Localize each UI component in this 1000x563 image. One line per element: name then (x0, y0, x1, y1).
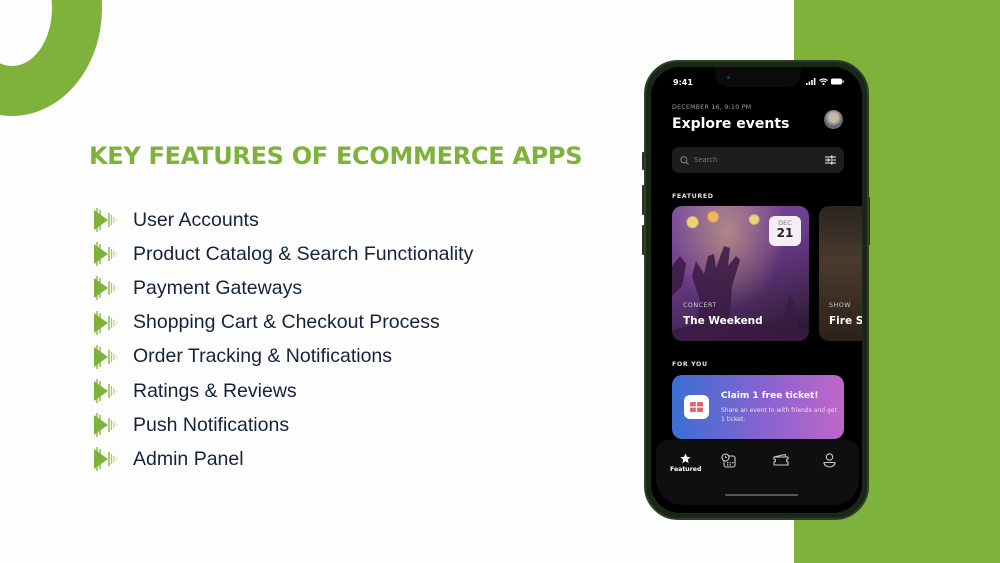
feature-label: Shopping Cart & Checkout Process (133, 311, 440, 334)
event-day: 21 (776, 226, 794, 240)
play-arrow-icon (94, 242, 118, 267)
play-arrow-icon (94, 379, 118, 404)
play-arrow-icon (94, 413, 118, 438)
event-name: Fire S (829, 315, 862, 327)
bottom-tab-bar: Featured (656, 440, 859, 505)
feature-label: Push Notifications (133, 413, 290, 436)
home-indicator (725, 493, 798, 496)
tab-featured[interactable]: Featured (670, 453, 701, 473)
featured-section-label: FEATURED (672, 193, 714, 200)
feature-label: Ratings & Reviews (133, 379, 297, 402)
feature-item: Order Tracking & Notifications (92, 340, 473, 374)
play-arrow-icon (94, 447, 118, 472)
play-arrow-icon (94, 208, 118, 233)
decorative-ring (0, 0, 102, 116)
feature-label: Order Tracking & Notifications (133, 345, 393, 368)
play-arrow-icon (94, 344, 118, 369)
tab-label: Featured (670, 466, 702, 473)
filter-sliders-icon[interactable] (825, 155, 836, 165)
event-category: SHOW (829, 302, 851, 309)
feature-item: Admin Panel (92, 442, 473, 476)
feature-label: Payment Gateways (133, 276, 303, 299)
avatar[interactable] (824, 110, 843, 129)
feature-item: Shopping Cart & Checkout Process (92, 306, 473, 340)
status-time: 9:41 (673, 78, 693, 87)
calendar-clock-icon (721, 453, 736, 468)
search-placeholder: Search (694, 156, 718, 164)
ticket-icon (773, 453, 789, 466)
star-icon (680, 453, 691, 464)
featured-card[interactable]: DEC 21 CONCERT The Weekend (672, 206, 809, 341)
search-icon (680, 155, 689, 165)
feature-list: User Accounts Product Catalog & Search F… (92, 203, 473, 477)
phone-mockup: 9:41 DECEMBER 16, 9:10 PM Explore events… (644, 60, 869, 520)
feature-item: Push Notifications (92, 408, 473, 442)
event-category: CONCERT (683, 302, 717, 309)
feature-item: Payment Gateways (92, 271, 473, 305)
screen-heading: Explore events (672, 116, 790, 132)
tab-profile[interactable] (823, 453, 836, 468)
event-date-badge: DEC 21 (769, 216, 801, 246)
camera-dot (727, 76, 730, 79)
promo-subtitle: Share an event to with friends and get 1… (721, 407, 837, 423)
for-you-section-label: FOR YOU (672, 361, 708, 368)
search-input[interactable]: Search (672, 147, 844, 173)
date-line: DECEMBER 16, 9:10 PM (672, 104, 752, 111)
status-icons (806, 78, 844, 85)
featured-card[interactable]: SHOW Fire S (819, 206, 862, 341)
feature-label: User Accounts (133, 208, 259, 231)
promo-banner[interactable]: Claim 1 free ticket! Share an event to w… (672, 375, 844, 439)
slide-title: KEY FEATURES OF ECOMMERCE APPS (89, 142, 583, 170)
signal-icon (806, 78, 816, 85)
play-arrow-icon (94, 276, 118, 301)
event-name: The Weekend (683, 315, 763, 327)
feature-item: Product Catalog & Search Functionality (92, 237, 473, 271)
feature-item: User Accounts (92, 203, 473, 237)
feature-label: Product Catalog & Search Functionality (133, 242, 474, 265)
feature-label: Admin Panel (133, 447, 244, 470)
profile-icon (823, 453, 836, 468)
phone-screen: 9:41 DECEMBER 16, 9:10 PM Explore events… (651, 67, 862, 513)
tab-tickets[interactable] (773, 453, 789, 466)
promo-title: Claim 1 free ticket! (721, 391, 819, 401)
gift-ticket-icon (684, 395, 709, 419)
tab-calendar[interactable] (721, 453, 736, 468)
wifi-icon (819, 78, 828, 85)
play-arrow-icon (94, 310, 118, 335)
battery-icon (831, 78, 844, 85)
feature-item: Ratings & Reviews (92, 374, 473, 408)
